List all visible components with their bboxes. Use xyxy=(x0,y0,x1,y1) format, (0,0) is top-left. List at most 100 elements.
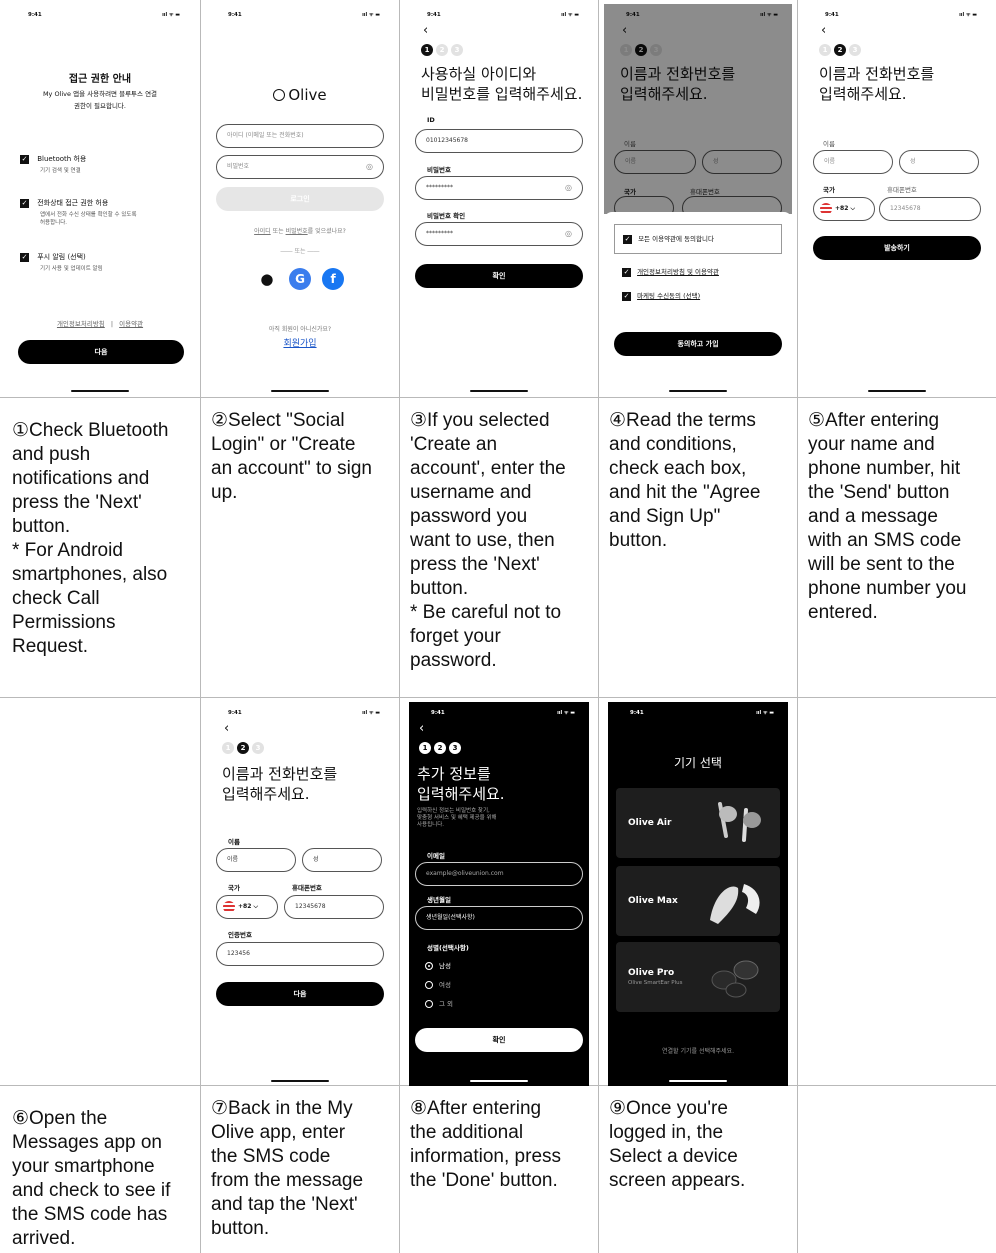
terms-link[interactable]: 이용약관 xyxy=(119,320,143,328)
login-button[interactable]: 로그인 xyxy=(216,187,384,211)
caption-step-2: ②Select "Social Login" or "Create an acc… xyxy=(211,410,372,503)
power-icon xyxy=(273,89,286,101)
home-indicator xyxy=(271,1080,329,1082)
agree-privacy[interactable]: ✓ 개인정보처리방침 및 이용약관 xyxy=(622,266,719,277)
first-name-input[interactable]: 이름 xyxy=(216,848,296,872)
radio-icon[interactable] xyxy=(425,1000,433,1008)
password-confirm-input[interactable]: ********* ◎ xyxy=(415,222,583,246)
caption-step-5: ⑤After entering your name and phone numb… xyxy=(808,410,967,623)
last-name-input[interactable]: 성 xyxy=(899,150,979,174)
home-indicator xyxy=(71,390,129,392)
step-1: 1 xyxy=(222,742,234,754)
caption-step-1: ①Check Bluetooth and push notifications … xyxy=(12,420,169,657)
birth-input[interactable]: 생년월일(선택사항) xyxy=(415,906,583,930)
find-pw-link[interactable]: 비밀번호 xyxy=(286,228,308,235)
next-button[interactable]: 다음 xyxy=(216,982,384,1006)
screen-additional-info: 9:41 ııl ᯤ ▬ ‹ 123 추가 정보를 입력해주세요. 입력하신 정보… xyxy=(409,702,589,1086)
id-input[interactable]: 아이디 (이메일 또는 전화번호) xyxy=(216,124,384,148)
confirm-button[interactable]: 확인 xyxy=(415,264,583,288)
footer-hint: 연결할 기기를 선택해주세요. xyxy=(662,1048,734,1055)
signup-link[interactable]: 회원가입 xyxy=(206,336,394,349)
home-indicator xyxy=(271,390,329,392)
checkbox-icon[interactable]: ✓ xyxy=(20,198,29,208)
password-input[interactable]: 비밀번호 ◎ xyxy=(216,155,384,179)
step-indicator: 123 xyxy=(222,742,264,754)
page-title: 사용하실 아이디와 비밀번호를 입력해주세요. xyxy=(421,65,583,103)
last-name-input[interactable]: 성 xyxy=(302,848,382,872)
status-bar: 9:41 ııl ᯤ ▬ xyxy=(228,710,380,716)
eye-icon[interactable]: ◎ xyxy=(565,177,572,199)
country-select[interactable]: +82 ⌵ xyxy=(813,197,875,221)
gender-other[interactable]: 그 외 xyxy=(425,998,453,1008)
email-input[interactable]: example@oliveunion.com xyxy=(415,862,583,886)
back-icon[interactable]: ‹ xyxy=(423,24,428,38)
sms-code-label: 인증번호 xyxy=(228,931,252,939)
back-icon[interactable]: ‹ xyxy=(224,722,229,736)
caption-step-3: ③If you selected 'Create an account', en… xyxy=(410,410,566,671)
page-title: 이름과 전화번호를 입력해주세요. xyxy=(819,65,935,103)
perm-phone[interactable]: ✓ 전화상태 접근 권한 허용 앱에서 전화 수신 상태를 확인할 수 있도록 허… xyxy=(20,198,190,227)
or-divider: ―― 또는 ―― xyxy=(280,248,320,255)
step-3: 3 xyxy=(449,742,461,754)
apple-icon[interactable]: ● xyxy=(256,268,278,290)
perm-push[interactable]: ✓ 푸시 알림 (선택) 기기 사용 및 업데이트 알림 xyxy=(20,252,180,273)
screen-terms: 9:41 ııl ᯤ ▬ ‹ 123 이름과 전화번호를 입력해주세요. 이름 이… xyxy=(604,4,792,396)
password-input[interactable]: ********* ◎ xyxy=(415,176,583,200)
eye-icon[interactable]: ◎ xyxy=(366,156,373,178)
next-button[interactable]: 다음 xyxy=(18,340,184,364)
terms-sheet: ✓ 모든 이용약관에 동의합니다 ✓ 개인정보처리방침 및 이용약관 ✓ 마케팅… xyxy=(604,212,792,396)
password-confirm-label: 비밀번호 확인 xyxy=(427,212,466,220)
gender-label: 성별(선택사항) xyxy=(427,944,469,952)
screen-permissions: 9:41 ııl ᯤ ▬ 접근 권한 안내 My Olive 앱을 사용하려면 블… xyxy=(6,4,194,396)
step-1: 1 xyxy=(419,742,431,754)
gender-male[interactable]: 남성 xyxy=(425,960,451,970)
home-indicator xyxy=(669,1080,727,1082)
id-input[interactable]: 01012345678 xyxy=(415,129,583,153)
device-card-olive-max[interactable]: Olive Max xyxy=(616,866,780,936)
find-id-link[interactable]: 아이디 xyxy=(254,228,271,235)
privacy-link[interactable]: 개인정보처리방침 xyxy=(57,320,105,328)
radio-icon[interactable] xyxy=(425,962,433,970)
google-icon[interactable]: G xyxy=(289,268,311,290)
agree-marketing[interactable]: ✓ 마케팅 수신동의 (선택) xyxy=(622,290,700,301)
radio-icon[interactable] xyxy=(425,981,433,989)
back-icon[interactable]: ‹ xyxy=(821,24,826,38)
device-card-olive-pro[interactable]: Olive Pro Olive SmartEar Plus xyxy=(616,942,780,1012)
sms-code-input[interactable]: 123456 xyxy=(216,942,384,966)
agree-all-box[interactable]: ✓ 모든 이용약관에 동의합니다 xyxy=(614,224,782,254)
id-label: ID xyxy=(427,116,435,124)
caption-step-9: ⑨Once you're logged in, the Select a dev… xyxy=(609,1098,746,1191)
phone-input[interactable]: 12345678 xyxy=(284,895,384,919)
checkbox-icon[interactable]: ✓ xyxy=(622,267,631,277)
birth-label: 생년월일 xyxy=(427,896,451,904)
us-flag-icon xyxy=(820,202,832,215)
eye-icon[interactable]: ◎ xyxy=(565,223,572,245)
phone-input[interactable]: 12345678 xyxy=(879,197,981,221)
screen-select-device: 9:41 ııl ᯤ ▬ 기기 선택 Olive Air Olive Max Ol… xyxy=(608,702,788,1086)
caption-step-7: ⑦Back in the My Olive app, enter the SMS… xyxy=(211,1098,364,1239)
first-name-input[interactable]: 이름 xyxy=(813,150,893,174)
step-1: 1 xyxy=(819,44,831,56)
device-card-olive-air[interactable]: Olive Air xyxy=(616,788,780,858)
password-label: 비밀번호 xyxy=(427,166,451,174)
country-select[interactable]: +82 ⌵ xyxy=(216,895,278,919)
chevron-down-icon: ⌵ xyxy=(253,903,259,910)
home-indicator xyxy=(669,390,727,392)
back-icon[interactable]: ‹ xyxy=(419,722,424,736)
no-account-text: 아직 회원이 아니신가요? xyxy=(268,326,332,333)
perm-bluetooth[interactable]: ✓ Bluetooth 허용 기기 검색 및 연결 xyxy=(20,154,180,175)
name-label: 이름 xyxy=(228,838,240,846)
checkbox-icon[interactable]: ✓ xyxy=(622,291,631,301)
home-indicator xyxy=(868,390,926,392)
checkbox-icon[interactable]: ✓ xyxy=(623,234,632,244)
permission-desc: My Olive 앱을 사용하려면 블루투스 연결 권한이 필요합니다. xyxy=(42,90,158,110)
step-indicator: 123 xyxy=(419,742,461,754)
checkbox-icon[interactable]: ✓ xyxy=(20,252,29,262)
checkbox-icon[interactable]: ✓ xyxy=(20,154,29,164)
gender-female[interactable]: 여성 xyxy=(425,979,451,989)
caption-step-6: ⑥Open the Messages app on your smartphon… xyxy=(12,1108,171,1249)
facebook-icon[interactable]: f xyxy=(322,268,345,290)
confirm-button[interactable]: 확인 xyxy=(415,1028,583,1052)
send-button[interactable]: 발송하기 xyxy=(813,236,981,260)
agree-signup-button[interactable]: 동의하고 가입 xyxy=(614,332,782,356)
